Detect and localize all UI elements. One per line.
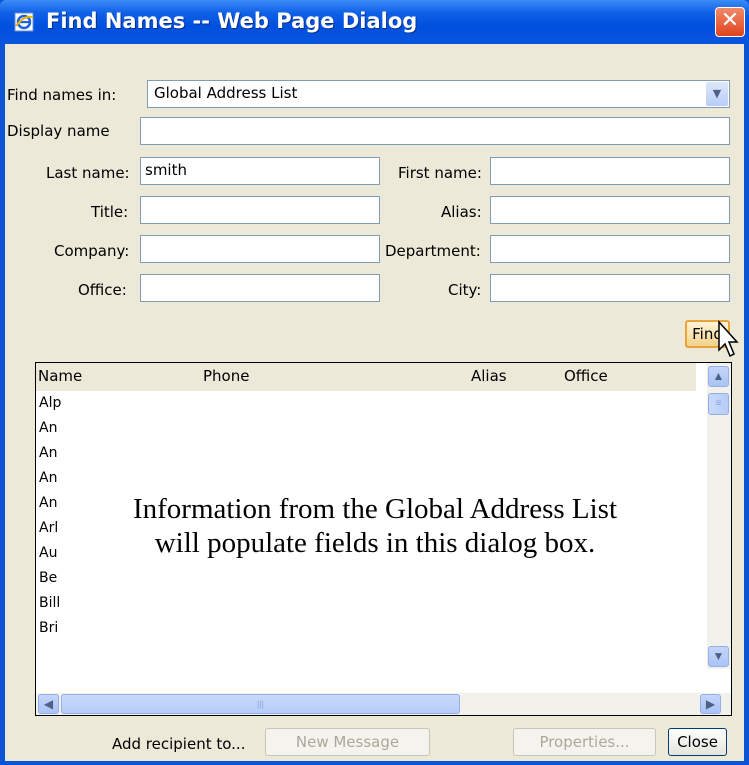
ie-page-icon bbox=[14, 12, 34, 32]
first-name-field[interactable] bbox=[490, 157, 730, 185]
column-header-phone[interactable]: Phone bbox=[203, 367, 249, 385]
scroll-down-icon[interactable]: ▼ bbox=[708, 646, 729, 667]
last-name-field[interactable]: smith bbox=[140, 157, 380, 185]
dialog-client: Find names in: Global Address List ▼ Dis… bbox=[5, 44, 744, 761]
close-icon: ✕ bbox=[720, 8, 740, 33]
list-item[interactable]: An bbox=[39, 470, 63, 486]
title-field[interactable] bbox=[140, 196, 380, 224]
city-label: City: bbox=[448, 281, 482, 299]
scroll-left-icon[interactable]: ◀ bbox=[38, 694, 59, 714]
column-header-office[interactable]: Office bbox=[564, 367, 608, 385]
column-header-name[interactable]: Name bbox=[38, 367, 82, 385]
overlay-line-1: Information from the Global Address List bbox=[132, 493, 618, 525]
column-header-alias[interactable]: Alias bbox=[471, 367, 507, 385]
list-item[interactable]: Be bbox=[39, 570, 63, 586]
scroll-right-icon[interactable]: ▶ bbox=[700, 694, 721, 714]
list-item[interactable]: An bbox=[39, 420, 63, 436]
list-item[interactable]: An bbox=[39, 445, 63, 461]
first-name-label: First name: bbox=[398, 164, 482, 182]
title-bar[interactable]: Find Names -- Web Page Dialog ✕ bbox=[0, 0, 749, 44]
alias-label: Alias: bbox=[441, 203, 482, 221]
list-item[interactable]: Bri bbox=[39, 620, 63, 636]
find-names-in-select[interactable]: Global Address List ▼ bbox=[147, 80, 730, 108]
find-names-in-value: Global Address List bbox=[154, 84, 298, 102]
company-field[interactable] bbox=[140, 235, 380, 263]
window-title: Find Names -- Web Page Dialog bbox=[46, 9, 418, 33]
title-close-button[interactable]: ✕ bbox=[715, 7, 745, 37]
company-label: Company: bbox=[54, 242, 130, 260]
city-field[interactable] bbox=[490, 274, 730, 302]
close-button[interactable]: Close bbox=[668, 728, 727, 756]
find-names-in-label: Find names in: bbox=[7, 86, 117, 104]
office-field[interactable] bbox=[140, 274, 380, 302]
display-name-label: Display name bbox=[7, 122, 110, 140]
alias-field[interactable] bbox=[490, 196, 730, 224]
last-name-label: Last name: bbox=[46, 164, 130, 182]
office-label: Office: bbox=[78, 281, 127, 299]
department-field[interactable] bbox=[490, 235, 730, 263]
horizontal-scrollbar[interactable]: ◀ ||| ▶ bbox=[36, 693, 731, 715]
display-name-field[interactable] bbox=[140, 117, 730, 145]
info-overlay-text: Information from the Global Address List… bbox=[35, 492, 715, 560]
department-label: Department: bbox=[385, 242, 481, 260]
list-item[interactable]: Alp bbox=[39, 395, 63, 411]
results-header: Name Phone Alias Office bbox=[36, 363, 696, 391]
overlay-line-2: will populate fields in this dialog box. bbox=[154, 527, 596, 559]
dialog-window: Find Names -- Web Page Dialog ✕ Find nam… bbox=[0, 0, 749, 765]
add-recipient-label: Add recipient to... bbox=[112, 735, 246, 753]
vertical-scroll-thumb[interactable]: ≡ bbox=[708, 393, 729, 415]
mouse-pointer-icon bbox=[718, 320, 739, 358]
chevron-down-icon[interactable]: ▼ bbox=[706, 82, 728, 106]
list-item[interactable]: Bill bbox=[39, 595, 63, 611]
horizontal-scroll-thumb[interactable]: ||| bbox=[61, 694, 460, 714]
properties-button[interactable]: Properties... bbox=[513, 728, 656, 756]
new-message-button[interactable]: New Message bbox=[265, 728, 430, 756]
scroll-up-icon[interactable]: ▲ bbox=[708, 366, 729, 387]
title-label: Title: bbox=[91, 203, 129, 221]
